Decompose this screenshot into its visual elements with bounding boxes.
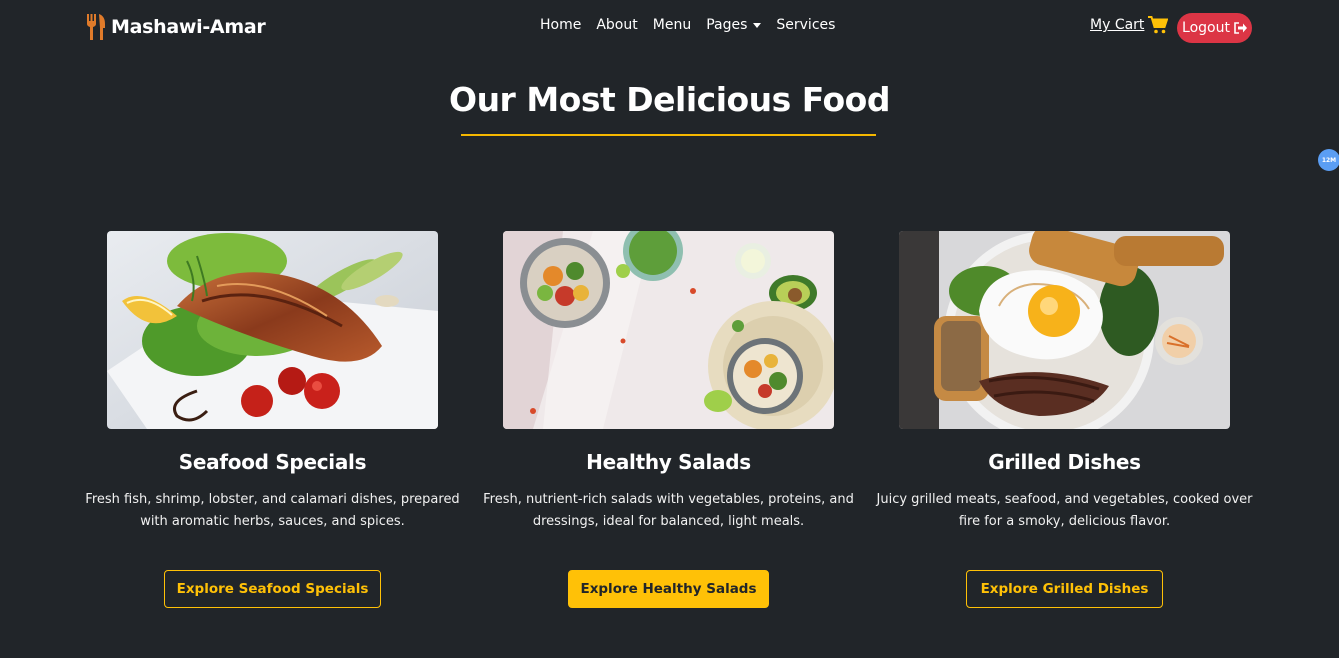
utensils-icon [87, 14, 105, 40]
card-description: Fresh fish, shrimp, lobster, and calamar… [85, 492, 460, 529]
food-card-grilled: Grilled Dishes Juicy grilled meats, seaf… [877, 231, 1252, 608]
my-cart-label: My Cart [1090, 17, 1145, 33]
logout-button[interactable]: Logout [1177, 13, 1252, 43]
nav-link-pages-dropdown[interactable]: Pages [706, 17, 762, 33]
card-description: Fresh, nutrient-rich salads with vegetab… [483, 492, 854, 529]
nav-link-services[interactable]: Services [776, 17, 835, 33]
brand-name: Mashawi-Amar [111, 16, 266, 38]
sign-out-icon [1234, 22, 1247, 34]
nav-link-home[interactable]: Home [540, 17, 581, 33]
card-description: Juicy grilled meats, seafood, and vegeta… [876, 492, 1253, 529]
explore-grilled-button[interactable]: Explore Grilled Dishes [966, 570, 1163, 608]
nav-link-about[interactable]: About [596, 17, 637, 33]
explore-seafood-button[interactable]: Explore Seafood Specials [164, 570, 381, 608]
grilled-image [899, 231, 1230, 429]
nav-link-menu[interactable]: Menu [653, 17, 691, 33]
explore-salads-button[interactable]: Explore Healthy Salads [568, 570, 769, 608]
side-badge[interactable]: 12M [1318, 149, 1339, 171]
title-underline [461, 134, 876, 136]
logout-label: Logout [1182, 20, 1230, 36]
my-cart-link[interactable]: My Cart [1090, 16, 1169, 34]
salads-image [503, 231, 834, 429]
main-nav: Home About Menu Pages Services [540, 17, 835, 33]
food-card-seafood: Seafood Specials Fresh fish, shrimp, lob… [85, 231, 460, 608]
nav-link-pages-label: Pages [706, 17, 748, 33]
brand-logo[interactable]: Mashawi-Amar [84, 13, 266, 41]
card-title: Grilled Dishes [988, 450, 1141, 474]
seafood-image [107, 231, 438, 429]
caret-down-icon [753, 22, 762, 28]
section-title: Our Most Delicious Food [449, 80, 890, 119]
shopping-cart-icon [1148, 16, 1169, 34]
navbar: Mashawi-Amar Home About Menu Pages Servi… [0, 0, 1339, 54]
card-title: Seafood Specials [178, 450, 367, 474]
card-title: Healthy Salads [586, 450, 751, 474]
food-card-salads: Healthy Salads Fresh, nutrient-rich sala… [483, 231, 854, 608]
